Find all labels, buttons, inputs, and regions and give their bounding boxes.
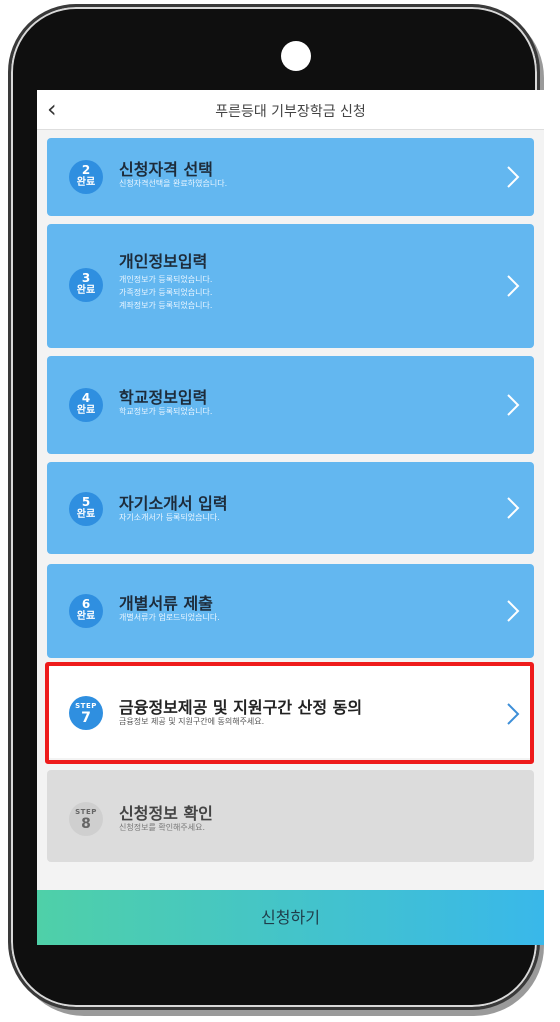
step-sub: 신청정보를 확인해주세요. — [119, 823, 206, 832]
step-sub: 학교정보가 등록되었습니다. — [119, 407, 213, 416]
step-card-7[interactable]: STEP 7 금융정보제공 및 지원구간 산정 동의 금융정보 제공 및 지원구간… — [47, 666, 534, 758]
page-title: 푸른등대 기부장학금 신청 — [215, 104, 366, 120]
step-title: 자기소개서 입력 — [119, 494, 228, 513]
step-title: 신청정보 확인 — [119, 804, 213, 823]
step-badge-7: STEP 7 — [69, 696, 103, 730]
step-sub: 가족정보가 등록되었습니다. — [119, 288, 213, 297]
step-sub: 자기소개서가 등록되었습니다. — [119, 513, 220, 522]
chevron-right-icon — [506, 274, 520, 298]
step-title: 학교정보입력 — [119, 388, 208, 407]
step-badge-5: 5 완료 — [69, 492, 103, 526]
chevron-right-icon — [506, 165, 520, 189]
step-title: 개인정보입력 — [119, 252, 208, 271]
step-card-4[interactable]: 4 완료 학교정보입력 학교정보가 등록되었습니다. — [47, 356, 534, 454]
step-badge-4: 4 완료 — [69, 388, 103, 422]
step-sub: 계좌정보가 등록되었습니다. — [119, 301, 213, 310]
step-badge-6: 6 완료 — [69, 594, 103, 628]
step-title: 신청자격 선택 — [119, 160, 213, 179]
chevron-right-icon — [506, 496, 520, 520]
step-card-2[interactable]: 2 완료 신청자격 선택 신청자격선택을 완료하였습니다. — [47, 138, 534, 216]
chevron-right-icon — [506, 393, 520, 417]
step-badge-2: 2 완료 — [69, 160, 103, 194]
chevron-right-icon — [506, 599, 520, 623]
step-card-3[interactable]: 3 완료 개인정보입력 개인정보가 등록되었습니다. 가족정보가 등록되었습니다.… — [47, 224, 534, 348]
apply-button[interactable]: 신청하기 — [37, 890, 544, 945]
step-card-6[interactable]: 6 완료 개별서류 제출 개별서류가 업로드되었습니다. — [47, 564, 534, 658]
step-card-8[interactable]: STEP 8 신청정보 확인 신청정보를 확인해주세요. — [47, 770, 534, 862]
step-title: 개별서류 제출 — [119, 594, 213, 613]
app-screen: ‹ 푸른등대 기부장학금 신청 2 완료 신청자격 선택 신청자격선택을 완료하였… — [37, 90, 544, 945]
camera-icon — [281, 41, 311, 71]
step-title: 금융정보제공 및 지원구간 산정 동의 — [119, 698, 363, 717]
step-badge-8: STEP 8 — [69, 802, 103, 836]
step-sub: 개별서류가 업로드되었습니다. — [119, 613, 220, 622]
step-card-5[interactable]: 5 완료 자기소개서 입력 자기소개서가 등록되었습니다. — [47, 462, 534, 554]
step-sub: 금융정보 제공 및 지원구간에 동의해주세요. — [119, 717, 265, 726]
step-sub: 신청자격선택을 완료하였습니다. — [119, 179, 228, 188]
chevron-right-icon — [506, 702, 520, 726]
top-bar: ‹ 푸른등대 기부장학금 신청 — [37, 90, 544, 130]
step-sub: 개인정보가 등록되었습니다. — [119, 275, 213, 284]
step-badge-3: 3 완료 — [69, 268, 103, 302]
